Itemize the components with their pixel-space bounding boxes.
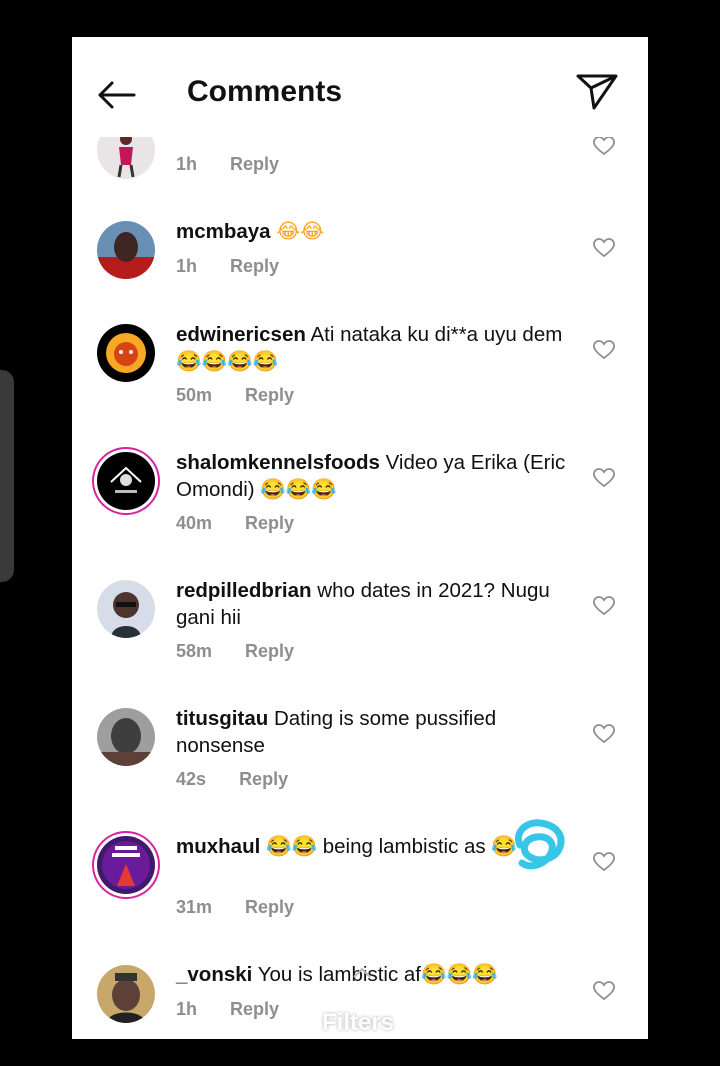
heart-icon[interactable] [593,724,615,744]
comment-text: 😂😂 [276,219,325,243]
heart-icon[interactable] [593,340,615,360]
comment-time: 40m [176,513,213,533]
reply-button[interactable]: Reply [230,999,279,1019]
comment-meta: 1h Reply [176,154,279,175]
heart-icon[interactable] [593,468,615,488]
header: Comments [72,37,648,137]
reply-button[interactable]: Reply [245,513,294,533]
send-icon[interactable] [574,70,620,114]
reply-button[interactable]: Reply [245,897,294,917]
reply-button[interactable]: Reply [245,385,294,405]
back-arrow-icon[interactable] [94,75,138,115]
reply-button[interactable]: Reply [230,256,279,276]
heart-icon[interactable] [593,238,615,258]
comment-body: _vonski You is lambistic af😂😂😂 [176,961,576,988]
comment-username[interactable]: redpilledbrian [176,579,312,602]
avatar[interactable] [97,965,155,1023]
comment-meta: 1h Reply [176,256,279,277]
chevron-up-icon[interactable] [352,965,372,979]
scribble-mark [515,819,565,870]
comment-body: titusgitau Dating is some pussified nons… [176,705,576,759]
comment-body: mcmbaya 😂😂 [176,218,576,245]
comment-username[interactable]: edwinericsen [176,323,306,346]
comment-time: 1h [176,256,198,276]
reply-button[interactable]: Reply [230,154,279,174]
comment-time: 42s [176,769,207,789]
heart-icon[interactable] [593,596,615,616]
comment-text: 😂😂 being lambistic as 😂 [266,835,517,858]
avatar[interactable] [97,836,155,894]
comment-time: 1h [176,154,198,174]
comments-panel: Comments 1h Reply mcmbaya 😂😂 1h Reply ed… [72,37,648,1039]
comment-meta: 1h Reply [176,999,279,1020]
comment-meta: 40m Reply [176,513,294,534]
reply-button[interactable]: Reply [245,641,294,661]
comment-body: edwinericsen Ati nataka ku di**a uyu dem… [176,321,576,375]
comment-meta: 42s Reply [176,769,288,790]
comment-username[interactable]: muxhaul [176,835,260,858]
page-title: Comments [187,75,343,108]
comment-time: 31m [176,897,213,917]
comment-username[interactable]: mcmbaya [176,220,271,243]
comment-text: You is lambistic af😂😂😂 [257,963,498,986]
filters-label[interactable]: Filters [322,1009,394,1037]
comment-username[interactable]: _vonski [176,963,252,986]
comment-body: redpilledbrian who dates in 2021? Nugu g… [176,577,576,631]
comment-meta: 58m Reply [176,641,294,662]
comment-body: shalomkennelsfoods Video ya Erika (Eric … [176,449,576,503]
avatar[interactable] [97,452,155,510]
reply-button[interactable]: Reply [239,769,288,789]
heart-icon[interactable] [593,981,615,1001]
comment-username[interactable]: shalomkennelsfoods [176,451,380,474]
comment-time: 1h [176,999,198,1019]
avatar[interactable] [97,221,155,279]
avatar[interactable] [97,324,155,382]
comment-username[interactable]: titusgitau [176,707,268,730]
comment-meta: 31m Reply [176,897,294,918]
comment-meta: 50m Reply [176,385,294,406]
comment-time: 58m [176,641,213,661]
avatar[interactable] [97,708,155,766]
avatar[interactable] [97,580,155,638]
heart-icon[interactable] [593,136,615,156]
comment-time: 50m [176,385,213,405]
side-edge-tab[interactable] [0,370,14,582]
heart-icon[interactable] [593,852,615,872]
